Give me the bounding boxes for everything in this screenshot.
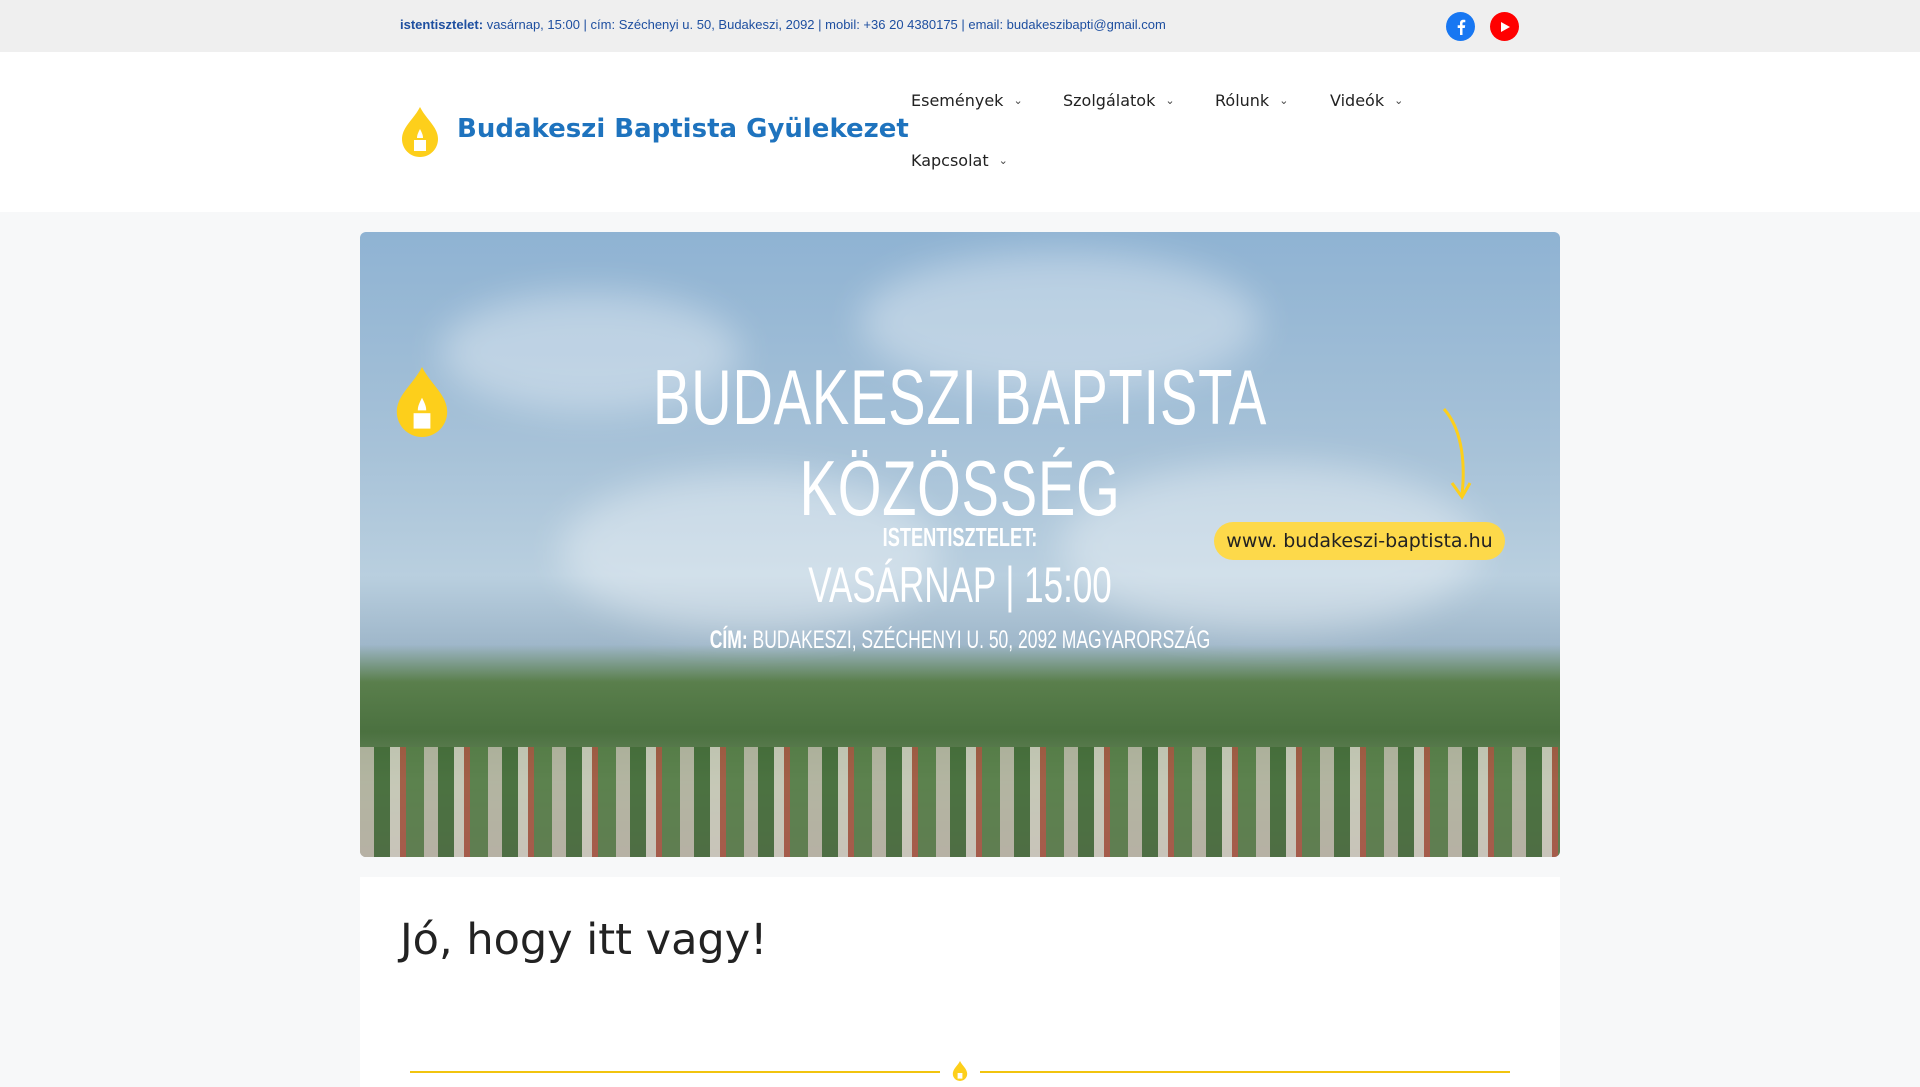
banner-title: BUDAKESZI BAPTISTA KÖZÖSSÉG (652, 353, 1268, 532)
nav-label: Rólunk (1215, 91, 1270, 110)
divider-line (980, 1071, 1510, 1073)
nav-item-rolunk[interactable]: Rólunk ⌄ (1215, 91, 1288, 110)
hero-banner: BUDAKESZI BAPTISTA KÖZÖSSÉG ISTENTISZTEL… (360, 232, 1560, 857)
chevron-down-icon: ⌄ (998, 154, 1008, 167)
arrow-icon (1442, 408, 1472, 500)
contact-details: vasárnap, 15:00 | cím: Széchenyi u. 50, … (483, 17, 1166, 32)
chevron-down-icon: ⌄ (1165, 94, 1175, 107)
nav-item-esemenyek[interactable]: Események ⌄ (911, 91, 1023, 110)
content-card: Jó, hogy itt vagy! (360, 877, 1560, 1087)
chevron-down-icon: ⌄ (1013, 94, 1023, 107)
divider-line (410, 1071, 940, 1073)
flame-logo-icon[interactable] (400, 107, 440, 157)
nav-item-videok[interactable]: Videók ⌄ (1330, 91, 1403, 110)
youtube-icon[interactable] (1490, 12, 1519, 41)
nav-label: Videók (1330, 91, 1385, 110)
banner-url-badge: www. budakeszi-baptista.hu (1214, 522, 1505, 560)
address-text: BUDAKESZI, SZÉCHENYI U. 50, 2092 MAGYARO… (747, 626, 1211, 654)
banner-service-time: VASÁRNAP | 15:00 (808, 557, 1112, 613)
nav-item-szolgalatok[interactable]: Szolgálatok ⌄ (1063, 91, 1175, 110)
site-title[interactable]: Budakeszi Baptista Gyülekezet (457, 114, 909, 144)
banner-address: CÍM: BUDAKESZI, SZÉCHENYI U. 50, 2092 MA… (540, 626, 1380, 655)
flame-logo-icon (396, 367, 448, 437)
nav-label: Kapcsolat (911, 151, 989, 170)
site-header: Budakeszi Baptista Gyülekezet Események ⌄… (0, 52, 1920, 212)
service-label: istentisztelet: (400, 17, 484, 32)
chevron-down-icon: ⌄ (1394, 94, 1404, 107)
chevron-down-icon: ⌄ (1279, 94, 1289, 107)
nav-item-kapcsolat[interactable]: Kapcsolat ⌄ (911, 151, 1008, 170)
town-landscape (360, 747, 1560, 857)
top-bar: istentisztelet: vasárnap, 15:00 | cím: S… (0, 0, 1920, 52)
nav-label: Események (911, 91, 1004, 110)
page-heading: Jó, hogy itt vagy! (400, 915, 768, 965)
contact-info: istentisztelet: vasárnap, 15:00 | cím: S… (400, 17, 1166, 32)
flame-divider-icon (952, 1061, 968, 1081)
address-label: CÍM: (709, 626, 748, 654)
nav-label: Szolgálatok (1063, 91, 1156, 110)
facebook-icon[interactable] (1446, 12, 1475, 41)
